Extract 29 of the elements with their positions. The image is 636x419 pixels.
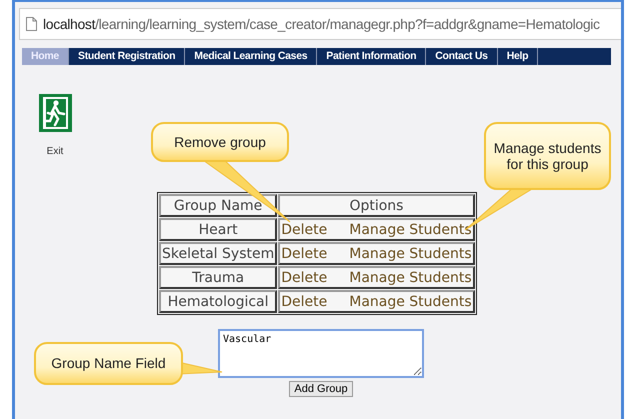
delete-link[interactable]: Delete: [281, 294, 328, 310]
delete-link[interactable]: Delete: [281, 246, 328, 262]
group-name-field[interactable]: Vascular: [218, 329, 424, 378]
manage-students-link[interactable]: Manage Students: [349, 270, 472, 286]
page-icon: [26, 17, 37, 31]
column-header: Options: [278, 194, 475, 217]
table-cell: Hematological: [159, 290, 278, 313]
nav-tab[interactable]: Medical Learning Cases: [185, 48, 318, 65]
exit-sign-icon[interactable]: [38, 94, 72, 132]
nav-tab[interactable]: Student Registration: [68, 48, 186, 65]
table-cell: Skeletal System: [159, 242, 278, 265]
manage-students-link[interactable]: Manage Students: [349, 222, 472, 238]
callout-text: Remove group: [174, 134, 266, 150]
table-cell: Trauma: [159, 266, 278, 289]
nav-tab[interactable]: Help: [498, 48, 538, 65]
nav-tab[interactable]: Contact Us: [426, 48, 498, 65]
add-group-button[interactable]: Add Group: [289, 381, 353, 397]
address-bar[interactable]: localhost/learning/learning_system/case_creator/managegr.php?f=addgr&gname=Hematologic: [19, 8, 621, 40]
manage-students-link[interactable]: Manage Students: [349, 294, 472, 310]
table-cell: Heart: [159, 218, 278, 241]
manage-students-link[interactable]: Manage Students: [349, 246, 472, 262]
url-text: localhost/learning/learning_system/case_creator/managegr.php?f=addgr&gname=Hematologic: [43, 16, 600, 32]
nav-tab[interactable]: Patient Information: [317, 48, 426, 65]
delete-link[interactable]: Delete: [281, 270, 328, 286]
exit-link[interactable]: Exit: [46, 146, 64, 157]
callout-text: Manage students for this group: [492, 140, 602, 172]
callout-text: Group Name Field: [51, 355, 166, 372]
column-header: Group Name: [159, 194, 278, 217]
delete-link[interactable]: Delete: [281, 222, 328, 238]
